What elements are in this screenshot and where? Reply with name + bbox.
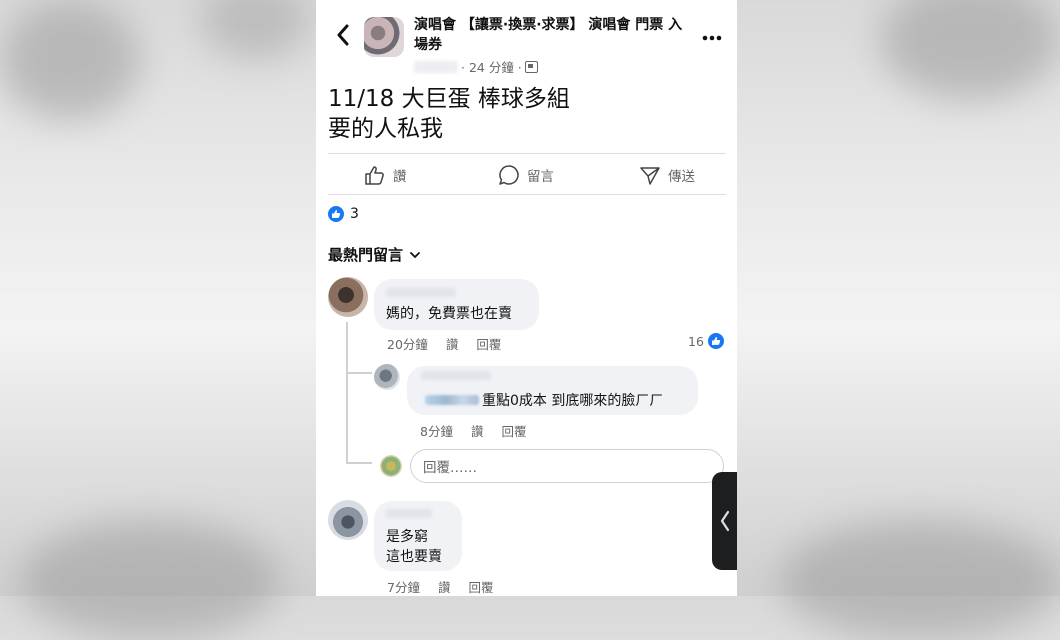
side-tab-chevron-icon bbox=[720, 510, 729, 532]
comment-bubble: 是多窮 這也要賣 bbox=[374, 501, 462, 571]
my-avatar bbox=[380, 455, 402, 477]
comment-bubble: 媽的，免費票也在賣 bbox=[374, 279, 539, 330]
reply-bubble: 重點0成本 到底哪來的臉ㄏㄏ bbox=[407, 366, 698, 415]
comment-sort-dropdown[interactable]: 最熱門留言 bbox=[328, 244, 421, 265]
comment-actions: 20分鐘 讚 回覆 bbox=[387, 334, 501, 353]
thumbs-up-icon bbox=[365, 166, 384, 185]
commenter-avatar[interactable] bbox=[328, 500, 368, 540]
send-label: 傳送 bbox=[668, 169, 695, 185]
sort-label: 最熱門留言 bbox=[328, 246, 404, 264]
mention-tag-blurred[interactable] bbox=[425, 395, 479, 405]
comment-time: 20分鐘 bbox=[387, 337, 428, 352]
comment-text-line: 是多窮 bbox=[386, 529, 428, 545]
comment-label: 留言 bbox=[527, 169, 554, 185]
comment-reply-button[interactable]: 回覆 bbox=[468, 577, 493, 596]
divider bbox=[328, 194, 726, 195]
comment-reply-button[interactable]: 回覆 bbox=[476, 334, 501, 353]
background-blur bbox=[20, 520, 280, 640]
commenter-name-blurred[interactable] bbox=[386, 288, 456, 297]
send-icon bbox=[640, 167, 660, 185]
comment-like-button[interactable]: 讚 bbox=[438, 577, 451, 596]
like-button[interactable]: 讚 bbox=[364, 163, 407, 187]
post-time: · 24 分鐘 · bbox=[461, 60, 522, 75]
divider bbox=[328, 153, 726, 154]
comment-like-button[interactable]: 讚 bbox=[446, 334, 459, 353]
chevron-down-icon bbox=[410, 251, 420, 258]
background-blur bbox=[880, 0, 1060, 100]
comment-reaction-number: 16 bbox=[688, 333, 704, 349]
reply-actions: 8分鐘 讚 回覆 bbox=[420, 421, 526, 440]
thread-line bbox=[346, 372, 372, 374]
more-icon[interactable] bbox=[702, 22, 722, 47]
reply-input[interactable]: 回覆…… bbox=[410, 449, 724, 483]
comment-bubble-icon bbox=[499, 165, 519, 185]
like-badge-icon bbox=[328, 206, 344, 222]
thread-line bbox=[346, 322, 348, 462]
reply-like-button[interactable]: 讚 bbox=[471, 421, 484, 440]
comment-reaction-count[interactable]: 16 bbox=[688, 333, 724, 349]
reaction-summary[interactable]: 3 bbox=[328, 206, 359, 222]
post-text: 11/18 大巨蛋 棒球多組 要的人私我 bbox=[328, 84, 570, 144]
background-blur bbox=[200, 0, 310, 60]
back-arrow-icon[interactable] bbox=[330, 20, 356, 50]
post-text-line: 11/18 大巨蛋 棒球多組 bbox=[328, 86, 570, 112]
like-badge-icon bbox=[707, 333, 724, 349]
globe-icon bbox=[524, 60, 538, 73]
comment-actions: 7分鐘 讚 回覆 bbox=[387, 577, 493, 596]
commenter-avatar[interactable] bbox=[328, 277, 368, 317]
send-button[interactable]: 傳送 bbox=[639, 163, 695, 187]
comment-text: 媽的，免費票也在賣 bbox=[386, 306, 512, 322]
thread-line bbox=[346, 462, 372, 464]
group-avatar[interactable] bbox=[364, 17, 404, 57]
comment-time: 7分鐘 bbox=[387, 580, 420, 595]
facebook-post-screen: 演唱會 【讓票·換票·求票】 演唱會 門票 入場券 · 24 分鐘 · 11/1… bbox=[316, 0, 737, 596]
reply-reply-button[interactable]: 回覆 bbox=[501, 421, 526, 440]
author-name-blurred[interactable] bbox=[414, 60, 458, 73]
group-title[interactable]: 演唱會 【讓票·換票·求票】 演唱會 門票 入場券 bbox=[414, 15, 684, 55]
comment-text-line: 這也要賣 bbox=[386, 549, 442, 565]
background-blur bbox=[0, 0, 140, 120]
replier-name-blurred[interactable] bbox=[421, 371, 491, 380]
post-text-line: 要的人私我 bbox=[328, 116, 443, 142]
comment-text: 是多窮 這也要賣 bbox=[386, 527, 442, 567]
background-blur bbox=[780, 520, 1060, 640]
replier-avatar[interactable] bbox=[374, 364, 400, 390]
side-panel-tab[interactable] bbox=[712, 472, 737, 570]
reply-time: 8分鐘 bbox=[420, 424, 453, 439]
post-meta: · 24 分鐘 · bbox=[414, 57, 538, 76]
commenter-name-blurred[interactable] bbox=[386, 509, 432, 518]
comment-button[interactable]: 留言 bbox=[498, 163, 554, 187]
like-label: 讚 bbox=[393, 169, 407, 185]
reaction-count: 3 bbox=[350, 206, 359, 222]
reply-text: 重點0成本 到底哪來的臉ㄏㄏ bbox=[482, 393, 664, 409]
